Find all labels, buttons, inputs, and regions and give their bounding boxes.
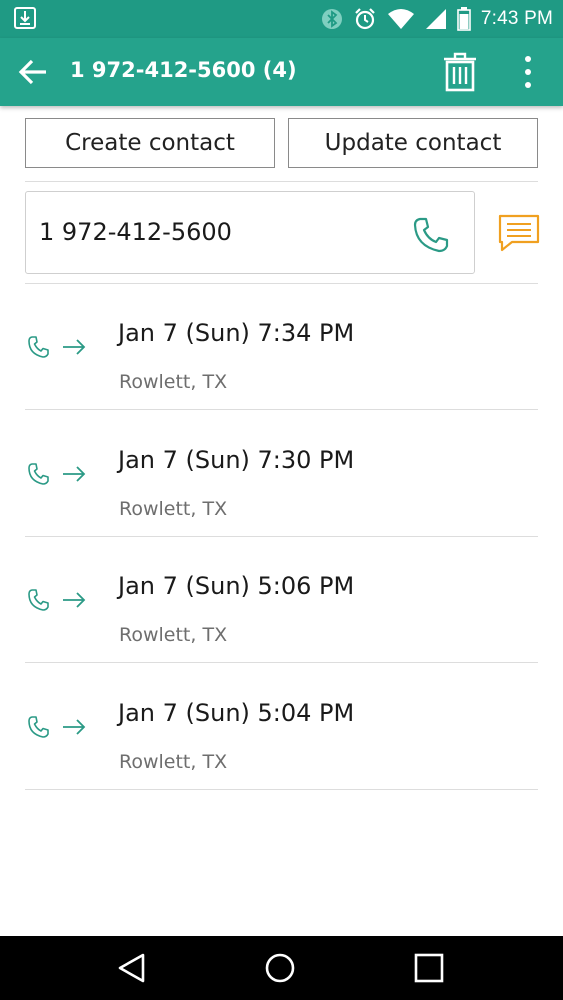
call-time: Jan 7 (Sun) 5:06 PM: [118, 572, 355, 600]
update-contact-button[interactable]: Update contact: [288, 118, 538, 168]
outgoing-call-icon: [28, 716, 86, 738]
overflow-menu-icon[interactable]: [516, 54, 540, 90]
cell-signal-icon: [425, 9, 446, 29]
outgoing-call-icon: [28, 463, 86, 485]
phone-number: 1 972-412-5600: [39, 218, 232, 246]
call-location: Rowlett, TX: [119, 624, 228, 646]
call-log-item[interactable]: Jan 7 (Sun) 7:34 PM Rowlett, TX: [0, 283, 563, 409]
outgoing-call-icon: [28, 589, 86, 611]
navigation-bar: [0, 936, 563, 1000]
phone-number-card[interactable]: 1 972-412-5600: [25, 191, 475, 274]
divider: [25, 789, 538, 790]
back-triangle-icon[interactable]: [114, 950, 150, 986]
call-details-screen: 7:43 PM 1 972-412-5600 (4) Create contac…: [0, 0, 563, 1000]
back-arrow-icon[interactable]: [16, 55, 50, 89]
phone-call-icon[interactable]: [412, 216, 450, 254]
toolbar: 1 972-412-5600 (4): [0, 38, 563, 106]
battery-icon: [457, 7, 471, 31]
home-circle-icon[interactable]: [262, 950, 298, 986]
download-icon: [14, 7, 36, 29]
wifi-icon: [387, 9, 414, 29]
message-icon[interactable]: [498, 214, 540, 252]
call-log-item[interactable]: Jan 7 (Sun) 5:04 PM Rowlett, TX: [0, 663, 563, 789]
recents-square-icon[interactable]: [411, 950, 447, 986]
alarm-icon: [355, 8, 375, 30]
call-time: Jan 7 (Sun) 5:04 PM: [118, 699, 355, 727]
call-location: Rowlett, TX: [119, 751, 228, 773]
page-title: 1 972-412-5600 (4): [70, 58, 297, 82]
status-bar: 7:43 PM: [0, 0, 563, 38]
status-icons: 7:43 PM: [321, 5, 553, 33]
outgoing-call-icon: [28, 336, 86, 358]
status-time: 7:43 PM: [480, 8, 553, 29]
call-location: Rowlett, TX: [119, 371, 228, 393]
call-time: Jan 7 (Sun) 7:34 PM: [118, 319, 355, 347]
call-location: Rowlett, TX: [119, 498, 228, 520]
trash-icon[interactable]: [442, 52, 478, 92]
call-time: Jan 7 (Sun) 7:30 PM: [118, 446, 355, 474]
create-contact-button[interactable]: Create contact: [25, 118, 275, 168]
divider: [25, 181, 538, 182]
call-log-item[interactable]: Jan 7 (Sun) 7:30 PM Rowlett, TX: [0, 410, 563, 536]
call-log-item[interactable]: Jan 7 (Sun) 5:06 PM Rowlett, TX: [0, 536, 563, 662]
bluetooth-icon: [321, 9, 342, 29]
